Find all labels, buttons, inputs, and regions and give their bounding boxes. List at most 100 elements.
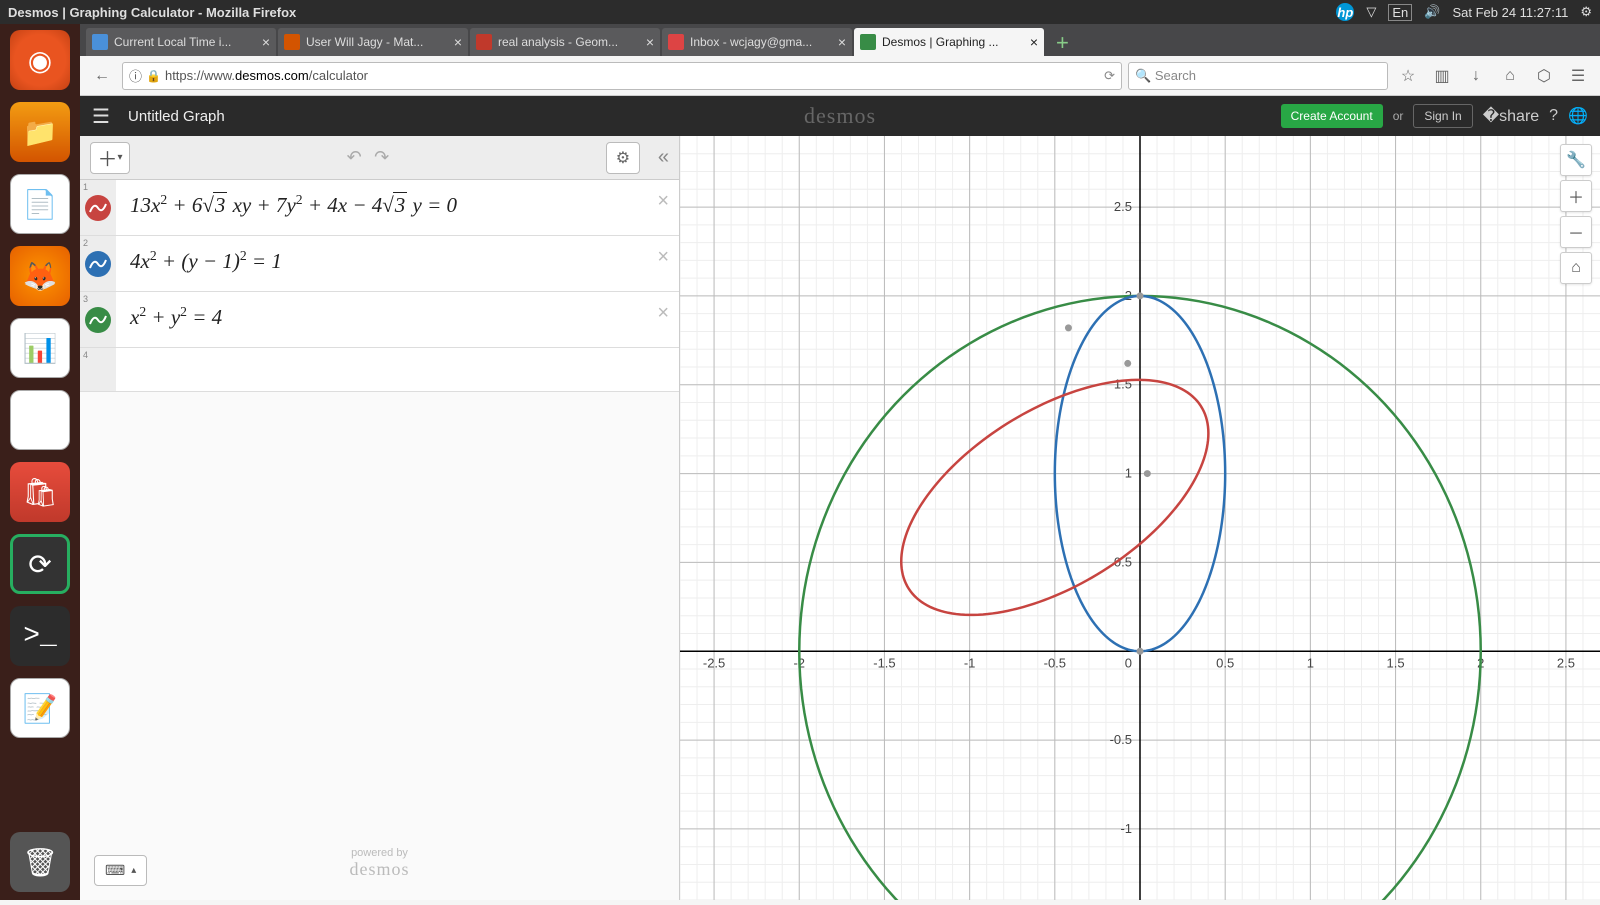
curve-color-icon[interactable] <box>85 307 111 333</box>
new-tab-button[interactable]: + <box>1046 30 1079 56</box>
firefox-icon[interactable]: 🦊 <box>10 246 70 306</box>
url-path: /calculator <box>309 68 368 83</box>
row-gutter: 3 <box>80 292 116 347</box>
tab-label: Current Local Time i... <box>114 35 258 49</box>
browser-tab[interactable]: Desmos | Graphing ...× <box>854 28 1044 56</box>
zoom-home-button[interactable]: ⌂ <box>1560 252 1592 284</box>
delete-expression-icon[interactable]: × <box>657 302 669 325</box>
row-number: 4 <box>83 350 88 360</box>
volume-icon[interactable]: 🔊 <box>1424 4 1440 20</box>
expression-formula[interactable]: 4x2 + (y − 1)2 = 1 <box>116 236 679 291</box>
expression-row[interactable]: 4 <box>80 348 679 392</box>
browser-tab[interactable]: Inbox - wcjagy@gma... × <box>662 28 852 56</box>
wifi-icon[interactable]: ▽ <box>1366 4 1376 20</box>
delete-expression-icon[interactable]: × <box>657 246 669 269</box>
signin-button[interactable]: Sign In <box>1413 104 1472 128</box>
graph-title[interactable]: Untitled Graph <box>128 108 225 125</box>
svg-text:1: 1 <box>1125 466 1132 481</box>
bookmark-star-icon[interactable]: ☆ <box>1394 62 1422 90</box>
software-icon[interactable]: 🛍 <box>10 462 70 522</box>
expression-row[interactable]: 24x2 + (y − 1)2 = 1× <box>80 236 679 292</box>
search-bar[interactable]: 🔍 Search <box>1128 62 1388 90</box>
svg-text:-0.5: -0.5 <box>1110 732 1132 747</box>
back-button[interactable]: ← <box>88 62 116 90</box>
help-icon[interactable]: ? <box>1549 107 1558 125</box>
gear-icon[interactable]: ⚙ <box>1580 4 1592 20</box>
hp-icon: hp <box>1336 3 1354 21</box>
undo-button[interactable]: ↶ <box>343 147 366 167</box>
expression-row[interactable]: 3 x2 + y2 = 4× <box>80 292 679 348</box>
row-number: 3 <box>83 294 88 304</box>
gedit-icon[interactable]: 📝 <box>10 678 70 738</box>
expression-formula[interactable]: x2 + y2 = 4 <box>116 292 679 347</box>
zoom-in-button[interactable]: ＋ <box>1560 180 1592 212</box>
expression-settings-button[interactable]: ⚙ <box>606 142 640 174</box>
expression-formula[interactable]: 13x2 + 6√3 xy + 7y2 + 4x − 4√3 y = 0 <box>116 180 679 235</box>
powered-by: powered by desmos <box>350 847 410 880</box>
pocket-icon[interactable]: ⬡ <box>1530 62 1558 90</box>
desmos-header: ☰ Untitled Graph desmos Create Account o… <box>80 96 1600 136</box>
tab-label: Inbox - wcjagy@gma... <box>690 35 834 49</box>
keyboard-button[interactable]: ⌨ ▴ <box>94 855 147 886</box>
svg-text:-1: -1 <box>1120 821 1132 836</box>
row-gutter: 1 <box>80 180 116 235</box>
expression-row[interactable]: 113x2 + 6√3 xy + 7y2 + 4x − 4√3 y = 0× <box>80 180 679 236</box>
svg-text:-0.5: -0.5 <box>1044 655 1066 670</box>
browser-tab[interactable]: real analysis - Geom... × <box>470 28 660 56</box>
svg-text:-2.5: -2.5 <box>703 655 725 670</box>
files-icon[interactable]: 📁 <box>10 102 70 162</box>
svg-text:0.5: 0.5 <box>1216 655 1234 670</box>
downloads-icon[interactable]: ↓ <box>1462 62 1490 90</box>
delete-expression-icon[interactable]: × <box>657 190 669 213</box>
expression-toolbar: ＋▾ ↶ ↷ ⚙ « <box>80 136 679 180</box>
keyboard-lang[interactable]: En <box>1388 4 1412 21</box>
menu-icon[interactable]: ☰ <box>1564 62 1592 90</box>
clock[interactable]: Sat Feb 24 11:27:11 <box>1452 5 1568 20</box>
search-icon: 🔍 <box>1135 68 1151 84</box>
tab-strip: Current Local Time i...×User Will Jagy -… <box>80 24 1600 56</box>
globe-icon[interactable]: 🌐 <box>1568 106 1588 126</box>
trash-icon[interactable]: 🗑 <box>10 832 70 892</box>
graph-pane[interactable]: -2.5-2-1.5-1-0.50.511.522.5-1-0.50.511.5… <box>680 136 1600 900</box>
close-tab-icon[interactable]: × <box>262 34 270 50</box>
create-account-button[interactable]: Create Account <box>1281 104 1383 128</box>
curve-color-icon[interactable] <box>85 251 111 277</box>
info-icon[interactable]: ⓘ <box>129 66 142 85</box>
add-expression-button[interactable]: ＋▾ <box>90 142 130 174</box>
svg-text:1: 1 <box>1307 655 1314 670</box>
navbar: ← ⓘ 🔒 https://www.desmos.com/calculator … <box>80 56 1600 96</box>
redo-button[interactable]: ↷ <box>370 147 393 167</box>
impress-icon[interactable]: 📽 <box>10 390 70 450</box>
tab-label: real analysis - Geom... <box>498 35 642 49</box>
dash-icon[interactable]: ◉ <box>10 30 70 90</box>
ubuntu-top-bar: Desmos | Graphing Calculator - Mozilla F… <box>0 0 1600 24</box>
expression-formula[interactable] <box>116 348 679 391</box>
graph-canvas[interactable]: -2.5-2-1.5-1-0.50.511.522.5-1-0.50.511.5… <box>680 136 1600 900</box>
terminal-icon[interactable]: >_ <box>10 606 70 666</box>
close-tab-icon[interactable]: × <box>1030 34 1038 50</box>
close-tab-icon[interactable]: × <box>838 34 846 50</box>
curve-color-icon[interactable] <box>85 195 111 221</box>
close-tab-icon[interactable]: × <box>646 34 654 50</box>
svg-text:0: 0 <box>1125 655 1132 670</box>
calc-icon[interactable]: 📊 <box>10 318 70 378</box>
updater-icon[interactable]: ⟳ <box>10 534 70 594</box>
close-tab-icon[interactable]: × <box>454 34 462 50</box>
svg-text:1.5: 1.5 <box>1387 655 1405 670</box>
wrench-icon[interactable]: 🔧 <box>1560 144 1592 176</box>
powered-by-label: powered by <box>350 847 410 859</box>
browser-tab[interactable]: User Will Jagy - Mat...× <box>278 28 468 56</box>
favicon <box>860 34 876 50</box>
collapse-panel-button[interactable]: « <box>658 146 669 169</box>
hamburger-icon[interactable]: ☰ <box>92 104 116 129</box>
zoom-out-button[interactable]: － <box>1560 216 1592 248</box>
home-icon[interactable]: ⌂ <box>1496 62 1524 90</box>
browser-tab[interactable]: Current Local Time i... × <box>86 28 276 56</box>
reload-icon[interactable]: ⟳ <box>1104 68 1115 84</box>
share-icon[interactable]: �share <box>1483 106 1539 126</box>
url-bar[interactable]: ⓘ 🔒 https://www.desmos.com/calculator ⟳ <box>122 62 1122 90</box>
library-icon[interactable]: ▥ <box>1428 62 1456 90</box>
svg-text:2.5: 2.5 <box>1114 199 1132 214</box>
svg-text:2.5: 2.5 <box>1557 655 1575 670</box>
writer-icon[interactable]: 📄 <box>10 174 70 234</box>
